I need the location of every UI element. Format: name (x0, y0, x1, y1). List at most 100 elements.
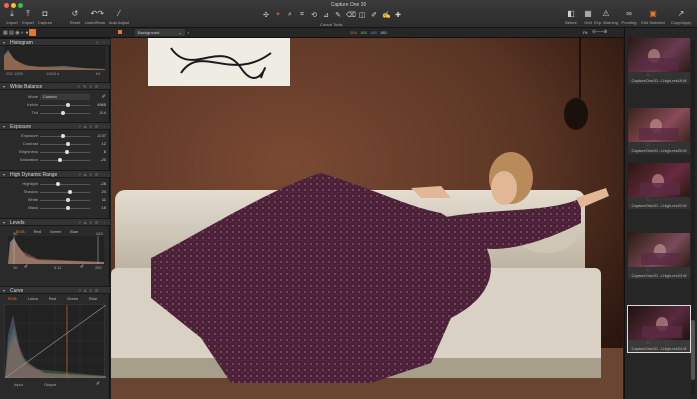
exposure-value[interactable]: 12 (102, 141, 106, 146)
scrollbar-thumb[interactable] (691, 320, 695, 380)
undo-redo-label: Undo/Redo (84, 20, 106, 25)
wb-slider-handle[interactable] (60, 111, 65, 115)
wb-mode-select[interactable]: Custom (40, 94, 90, 100)
levels-tab-blue[interactable]: Blue (70, 229, 78, 235)
zoom-slider-icon[interactable]: ⊖──⊕ (592, 29, 607, 35)
thumbnail-item[interactable]: ☐ · · · · · CaptureOne20...l-high-res19.t… (628, 38, 690, 84)
wb-value[interactable]: -5.4 (99, 110, 106, 115)
edit-selected-button[interactable]: ▣ Edit Selected (640, 9, 666, 25)
exposure-slider[interactable] (40, 144, 90, 145)
thumbnail-item[interactable]: ☐ · · · · · CaptureOne20...l-high-res20.t… (628, 108, 690, 154)
hdr-slider-handle[interactable] (68, 190, 72, 194)
zoom-fit-label[interactable]: Fit (583, 30, 587, 35)
curve-tab-blue[interactable]: Blue (89, 296, 97, 302)
hdr-value[interactable]: -28 (100, 181, 106, 186)
keystone-tool-icon[interactable]: ⊿ (322, 11, 330, 19)
hdr-header[interactable]: ▾ High Dynamic Range ? A ≡ ↺ ·· (0, 170, 110, 178)
rating-stars[interactable]: ☐ · · · · · (628, 268, 690, 272)
levels-tab-green[interactable]: Green (50, 229, 61, 235)
curve-tab-red[interactable]: Red (49, 296, 56, 302)
exposure-slider[interactable] (40, 136, 90, 137)
exposure-value[interactable]: 8 (104, 149, 106, 154)
section-tools-icon[interactable]: ? ✎ ≡ ↺ ·· (78, 84, 106, 89)
exposure-slider[interactable] (40, 160, 90, 161)
wb-slider[interactable] (40, 113, 90, 114)
histogram-header[interactable]: ▾ Histogram ? ·· (0, 38, 110, 46)
exposure-slider-handle[interactable] (64, 150, 69, 154)
rgb-readout-g: 188 (360, 30, 367, 35)
exposure-slider-handle[interactable] (58, 158, 62, 162)
thumbnail-item[interactable]: ☐ · · · · · CaptureOne20...l-high-res24.t… (627, 305, 691, 353)
thumbnail-item[interactable]: ☐ · · · · · CaptureOne20...l-high-res22.t… (628, 163, 690, 209)
rating-stars[interactable]: ☐ · · · · · (628, 341, 690, 345)
export-icon: ⤒ (26, 9, 30, 18)
hdr-slider-handle[interactable] (55, 182, 60, 186)
wb-slider[interactable] (40, 105, 90, 106)
histogram-graph (4, 47, 105, 70)
wb-value[interactable]: 4965 (97, 102, 106, 107)
section-tools-icon[interactable]: ? A ≡ ↺ ·· (79, 288, 106, 293)
hdr-value[interactable]: 24 (102, 189, 106, 194)
eraser-tool-icon[interactable]: ⌫ (346, 11, 356, 19)
white-balance-header[interactable]: ▾ White Balance ? ✎ ≡ ↺ ·· (0, 82, 110, 90)
thumbnail-item[interactable]: ☐ · · · · · CaptureOne20...l-high-res23.t… (628, 233, 690, 279)
undo-redo-button[interactable]: ↶↷ Undo/Redo (84, 9, 106, 25)
exposure-warning-button[interactable]: ⚠ Exp. Warning (594, 9, 618, 25)
rating-stars[interactable]: ☐ · · · · · (628, 198, 690, 202)
wb-slider-handle[interactable] (65, 103, 70, 107)
levels-header[interactable]: ▾ Levels ? A ≡ ↺ ·· (0, 218, 110, 226)
section-tools-icon[interactable]: ? A ≡ ↺ ·· (79, 172, 106, 177)
pan-tool-icon[interactable]: ✣ (262, 11, 270, 19)
hdr-slider[interactable] (40, 192, 90, 193)
image-viewer[interactable] (111, 38, 623, 399)
select-tool-icon[interactable]: ⌖ (274, 11, 282, 19)
exposure-value[interactable]: -0.37 (97, 133, 106, 138)
picker-tool-icon[interactable]: ✐ (370, 11, 378, 19)
curve-graph[interactable] (4, 304, 107, 379)
section-tools-icon[interactable]: ? A ≡ ↺ ·· (79, 220, 106, 225)
browser-scrollbar[interactable] (691, 40, 695, 395)
hdr-value[interactable]: 11 (102, 197, 106, 202)
exposure-header[interactable]: ▾ Exposure ? A ≡ ↺ ·· (0, 122, 110, 130)
rotate-tool-icon[interactable]: ⟲ (310, 11, 318, 19)
exposure-slider-handle[interactable] (61, 134, 65, 138)
heal-tool-icon[interactable]: ✚ (394, 11, 402, 19)
layers-icon[interactable] (118, 30, 122, 34)
levels-tab-red[interactable]: Red (34, 229, 41, 235)
hdr-slider[interactable] (40, 200, 90, 201)
crop-tool-icon[interactable]: ⌗ (298, 11, 306, 19)
curve-tab-rgb[interactable]: RGB (8, 296, 17, 302)
exposure-value[interactable]: -20 (100, 157, 106, 162)
exposure-slider-handle[interactable] (65, 142, 70, 146)
rating-stars[interactable]: ☐ · · · · · (628, 143, 690, 147)
import-icon: ⤓ (10, 9, 14, 18)
section-tools-icon[interactable]: ? A ≡ ↺ ·· (79, 124, 106, 129)
proofing-button[interactable]: ∞ Proofing (619, 9, 639, 25)
layer-select[interactable]: Background ⌄ (135, 29, 185, 36)
auto-adjust-button[interactable]: ⁄ Auto Adjust (106, 9, 132, 25)
hdr-value[interactable]: 15 (102, 205, 106, 210)
hdr-slider-handle[interactable] (65, 198, 70, 202)
copy-apply-button[interactable]: ↗ Copy/Apply (667, 9, 695, 25)
add-layer-icon[interactable]: + (187, 30, 189, 35)
brush-tool-icon[interactable]: ✎ (334, 11, 342, 19)
hdr-slider-handle[interactable] (66, 206, 70, 210)
hdr-slider[interactable] (40, 208, 90, 209)
curve-header[interactable]: ▾ Curve ? A ≡ ↺ ·· (0, 286, 110, 294)
levels-picker-icon[interactable]: ✐ (24, 264, 28, 270)
levels-histogram[interactable] (8, 236, 104, 264)
section-tools-icon[interactable]: ? ·· (96, 40, 106, 45)
rating-stars[interactable]: ☐ · · · · · (628, 73, 690, 77)
capture-button[interactable]: ◘ Capture (35, 9, 55, 25)
adjust-tab-active[interactable] (29, 29, 36, 36)
zoom-tool-icon[interactable]: ⌕ (286, 11, 294, 19)
curve-picker-icon[interactable]: ✐ (96, 381, 100, 387)
curve-tab-luma[interactable]: Luma (28, 296, 38, 302)
annotate-tool-icon[interactable]: ✍ (382, 11, 391, 19)
curve-tab-green[interactable]: Green (67, 296, 78, 302)
eyedropper-icon[interactable]: ✐ (102, 94, 106, 100)
hdr-slider[interactable] (40, 184, 90, 185)
gradient-tool-icon[interactable]: ◫ (358, 11, 366, 19)
levels-picker-white-icon[interactable]: ✐ (80, 264, 84, 270)
reset-button[interactable]: ↺ Reset (65, 9, 85, 25)
